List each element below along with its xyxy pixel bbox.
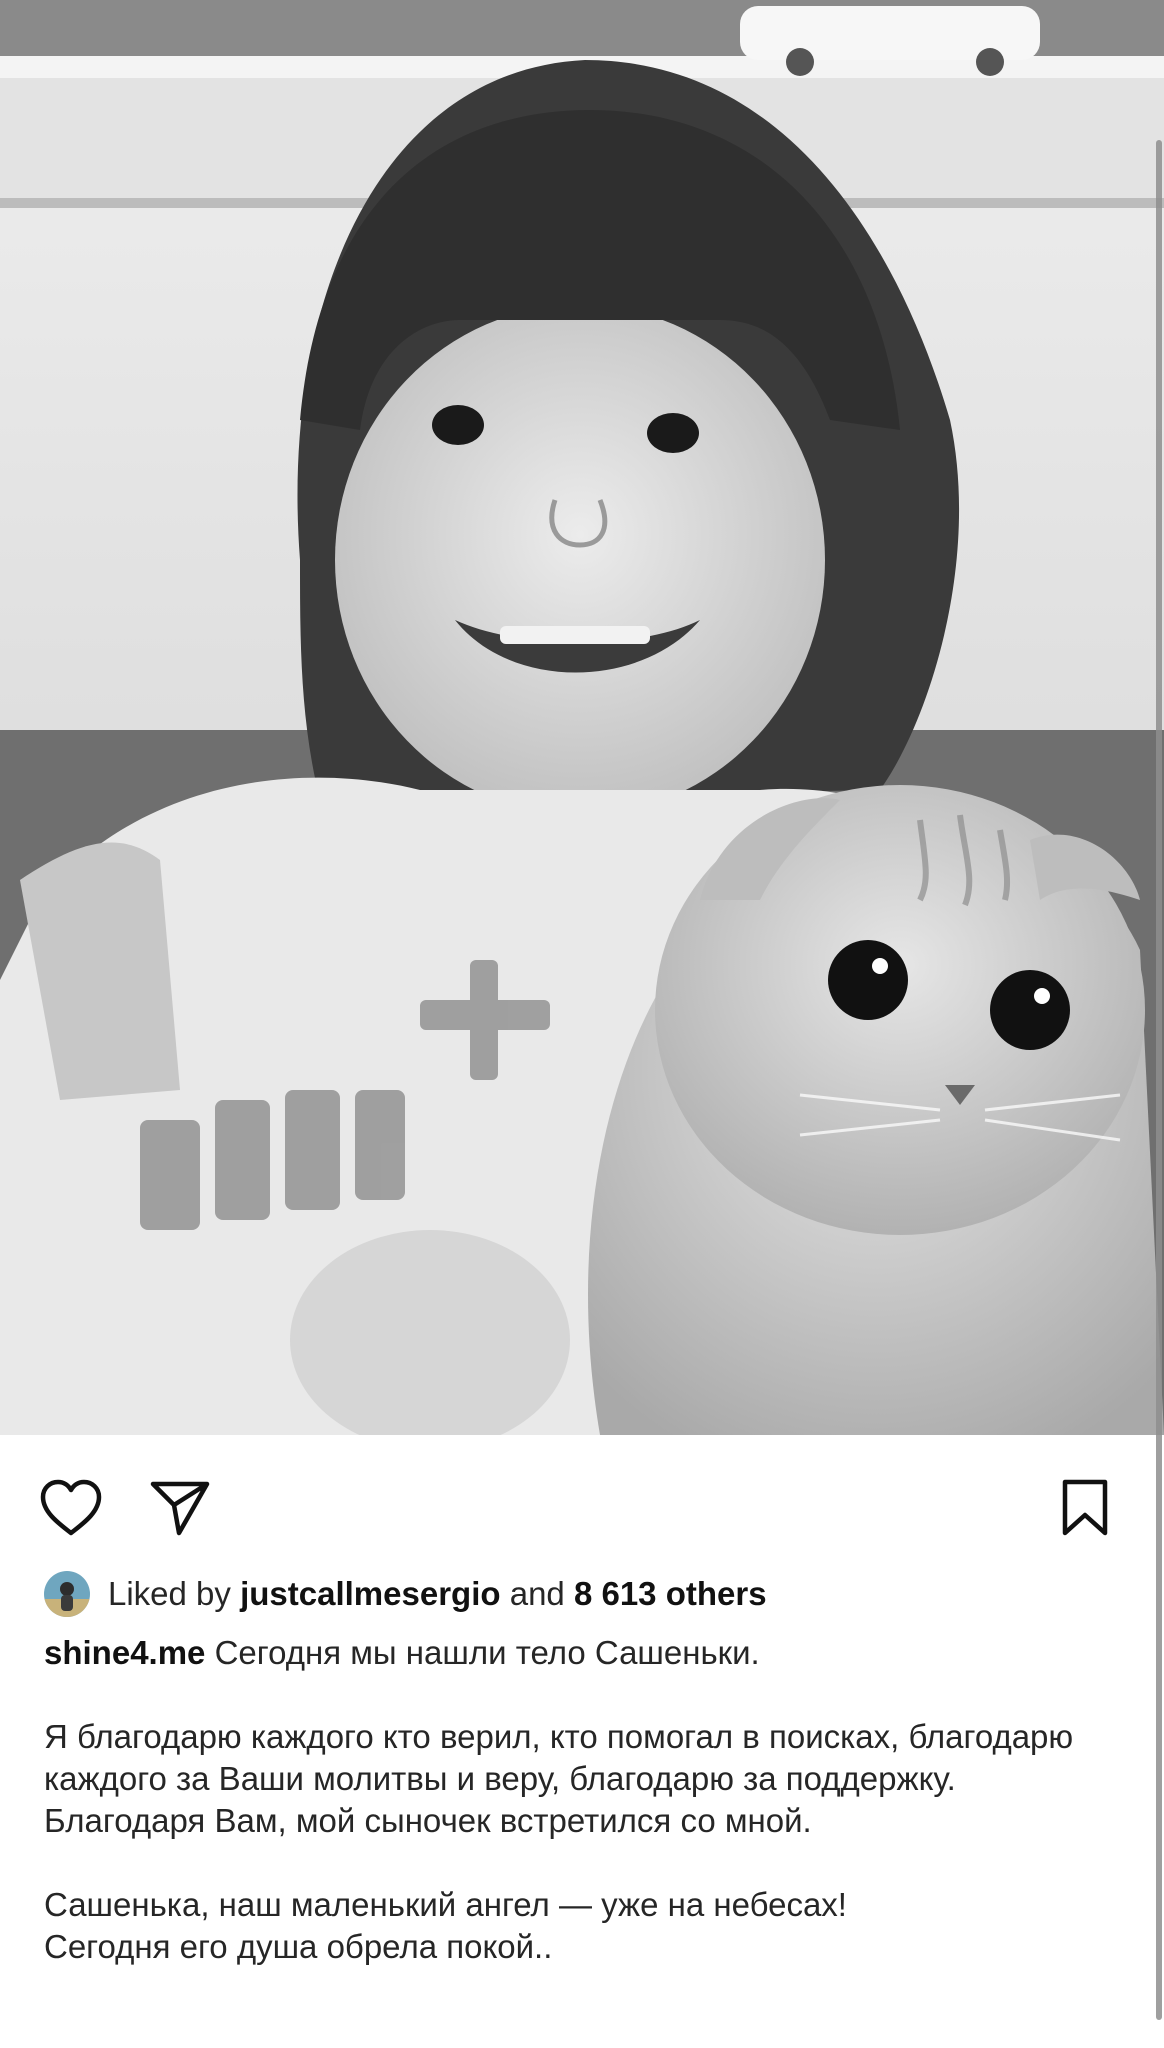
likes-others-count[interactable]: 8 613 others (574, 1575, 767, 1613)
liker-avatar[interactable] (44, 1571, 90, 1617)
bookmark-outline-icon (1062, 1479, 1108, 1536)
likes-prefix: Liked by (108, 1575, 231, 1612)
likes-summary[interactable]: Liked by justcallmesergio and 8 613 othe… (44, 1568, 767, 1620)
scrollbar[interactable] (1156, 140, 1162, 2020)
caption-paragraph-3-line-2: Сегодня его душа обрела покой.. (44, 1928, 553, 1965)
caption-line-1: Сегодня мы нашли тело Сашеньки. (214, 1634, 760, 1671)
avatar-image (44, 1571, 90, 1617)
save-button[interactable] (1050, 1473, 1120, 1543)
caption-first-line: shine4.me Сегодня мы нашли тело Сашеньки… (44, 1632, 1124, 1674)
photo-illustration (0, 0, 1164, 1435)
author-username[interactable]: shine4.me (44, 1634, 205, 1671)
like-button[interactable] (36, 1473, 106, 1543)
caption-paragraph-3-line-1: Сашенька, наш маленький ангел — уже на н… (44, 1886, 847, 1923)
heart-outline-icon (40, 1479, 102, 1536)
paper-plane-icon (150, 1481, 210, 1536)
post-caption: shine4.me Сегодня мы нашли тело Сашеньки… (44, 1632, 1124, 1968)
post-action-bar (0, 1435, 1164, 1565)
caption-paragraph-3: Сашенька, наш маленький ангел — уже на н… (44, 1884, 1124, 1968)
post-photo[interactable] (0, 0, 1164, 1435)
share-button[interactable] (145, 1473, 215, 1543)
liker-username[interactable]: justcallmesergio (240, 1575, 500, 1613)
likes-and: and (509, 1575, 565, 1612)
caption-paragraph-2: Я благодарю каждого кто верил, кто помог… (44, 1718, 1074, 1839)
